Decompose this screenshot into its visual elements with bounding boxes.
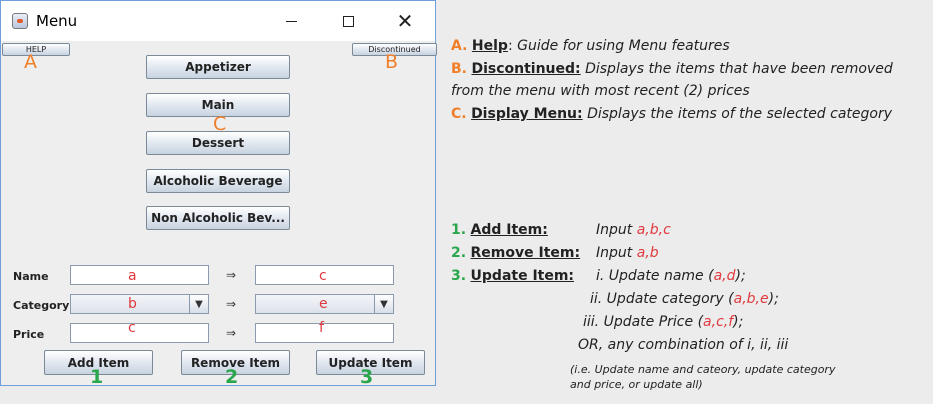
mark-category-right: e — [319, 296, 328, 312]
name-input[interactable] — [70, 265, 209, 285]
mark-category-left: b — [128, 296, 137, 312]
annotation-add-input: Input a,b,c — [596, 222, 671, 238]
chevron-down-icon[interactable]: ▼ — [374, 295, 393, 313]
chevron-down-icon[interactable]: ▼ — [189, 295, 208, 313]
annotation-update-or: OR, any combination of i, ii, iii — [578, 337, 789, 353]
annotation-update-item: 3. Update Item: — [451, 268, 575, 284]
minimize-button[interactable] — [268, 7, 314, 35]
annotation-discontinued: B. Discontinued: Displays the items that… — [451, 61, 893, 77]
marker-a: A — [24, 51, 37, 73]
category-button-appetizer[interactable]: Appetizer — [146, 55, 290, 79]
category-button-dessert[interactable]: Dessert — [146, 131, 290, 155]
java-app-icon — [12, 13, 28, 29]
annotation-update-iii: iii. Update Price (a,c,f); — [583, 314, 744, 330]
marker-1: 1 — [90, 366, 104, 388]
maximize-button[interactable] — [325, 7, 371, 35]
annotation-remove-item: 2. Remove Item: — [451, 245, 581, 261]
new-price-input[interactable] — [255, 323, 394, 343]
annotation-note-line2: and price, or update all) — [570, 378, 703, 391]
name-label: Name — [13, 270, 49, 283]
price-input[interactable] — [70, 323, 209, 343]
category-button-alcoholic[interactable]: Alcoholic Beverage — [146, 169, 290, 193]
marker-b: B — [385, 51, 399, 73]
arrow-price: ⇒ — [226, 326, 237, 340]
annotation-display-menu: C. Display Menu: Displays the items of t… — [451, 106, 893, 122]
category-label: Category — [13, 299, 70, 312]
annotation-update-i: i. Update name (a,d); — [596, 268, 746, 284]
close-icon: ✕ — [396, 9, 414, 33]
annotation-add-item: 1. Add Item: — [451, 222, 548, 238]
annotation-note-line1: (i.e. Update name and cateory, update ca… — [570, 363, 836, 376]
annotation-remove-input: Input a,b — [596, 245, 659, 261]
maximize-icon — [342, 15, 354, 27]
close-button[interactable]: ✕ — [382, 7, 428, 35]
category-select[interactable]: ▼ — [70, 294, 209, 314]
mark-price-left: c — [128, 320, 136, 336]
annotation-help: A. Help: Guide for using Menu features — [451, 38, 730, 54]
marker-3: 3 — [360, 366, 374, 388]
annotation-update-ii: ii. Update category (a,b,e); — [590, 291, 779, 307]
arrow-name: ⇒ — [226, 268, 237, 282]
price-label: Price — [13, 328, 45, 341]
menu-window: Menu ✕ HELP Discontinued A B Appetizer M… — [0, 0, 437, 388]
arrow-category: ⇒ — [226, 297, 237, 311]
mark-name-right: c — [319, 268, 327, 284]
annotation-discontinued-line2: from the menu with most recent (2) price… — [451, 83, 750, 99]
marker-2: 2 — [225, 366, 239, 388]
category-button-non-alcoholic[interactable]: Non Alcoholic Bev... — [146, 206, 290, 230]
window-title: Menu — [36, 12, 78, 30]
minimize-icon — [285, 20, 297, 22]
title-bar: Menu ✕ — [1, 1, 435, 41]
mark-price-right: f — [319, 320, 324, 336]
mark-name-left: a — [128, 268, 137, 284]
